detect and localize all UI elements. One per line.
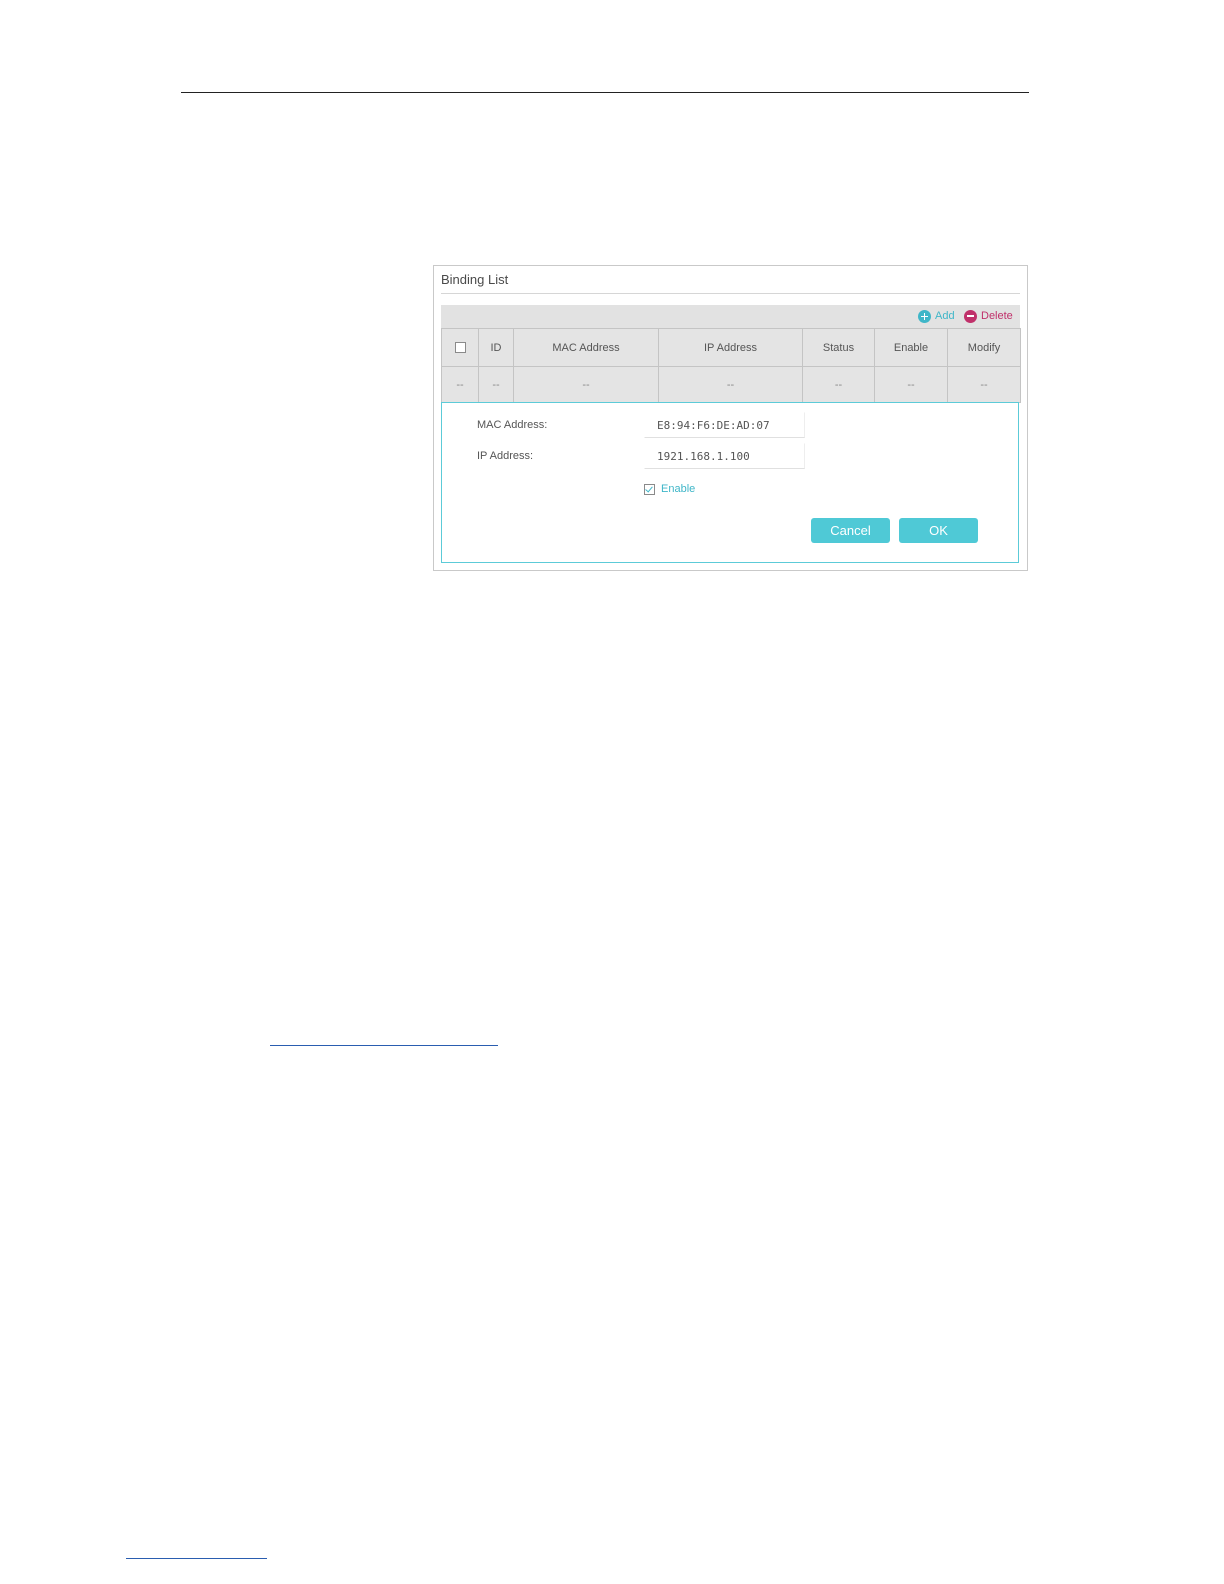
panel-title: Binding List (441, 272, 509, 287)
column-header-enable: Enable (874, 328, 948, 367)
binding-list-panel: Binding List Add Delete ID MAC Address I… (433, 265, 1028, 571)
table-cell: -- (513, 366, 659, 403)
binding-table: ID MAC Address IP Address Status Enable … (441, 328, 1021, 403)
select-all-checkbox[interactable] (454, 342, 466, 354)
footnote-underline (126, 1558, 267, 1559)
page-header-rule (181, 92, 1029, 93)
delete-button[interactable]: Delete (964, 307, 1013, 325)
table-cell: -- (658, 366, 803, 403)
table-cell: -- (478, 366, 514, 403)
ip-address-label: IP Address: (477, 450, 534, 462)
table-cell: -- (874, 366, 948, 403)
panel-title-divider (441, 293, 1020, 294)
add-button-label: Add (935, 310, 955, 322)
ok-button[interactable]: OK (899, 518, 978, 543)
delete-button-label: Delete (981, 310, 1013, 322)
cancel-button[interactable]: Cancel (811, 518, 890, 543)
plus-circle-icon (918, 309, 931, 323)
table-cell: -- (802, 366, 875, 403)
checkbox-checked-icon (644, 483, 655, 495)
table-row: -- -- -- -- -- -- -- (441, 366, 1021, 403)
mac-address-field[interactable] (644, 412, 805, 438)
add-button[interactable]: Add (918, 307, 955, 325)
enable-checkbox[interactable]: Enable (644, 483, 695, 495)
table-cell: -- (441, 366, 479, 403)
column-header-id: ID (478, 328, 514, 367)
column-header-status: Status (802, 328, 875, 367)
enable-checkbox-label: Enable (661, 483, 696, 495)
table-header-row: ID MAC Address IP Address Status Enable … (441, 328, 1021, 367)
link-underline (270, 1045, 498, 1046)
column-header-ip: IP Address (658, 328, 803, 367)
binding-editor-form: MAC Address: IP Address: Enable Cancel O… (441, 402, 1019, 563)
select-all-cell (441, 328, 479, 367)
column-header-modify: Modify (947, 328, 1021, 367)
table-toolbar: Add Delete (441, 305, 1020, 328)
minus-circle-icon (964, 309, 977, 323)
ip-address-field[interactable] (644, 443, 805, 469)
column-header-mac: MAC Address (513, 328, 659, 367)
mac-address-label: MAC Address: (477, 419, 548, 431)
table-cell: -- (947, 366, 1021, 403)
